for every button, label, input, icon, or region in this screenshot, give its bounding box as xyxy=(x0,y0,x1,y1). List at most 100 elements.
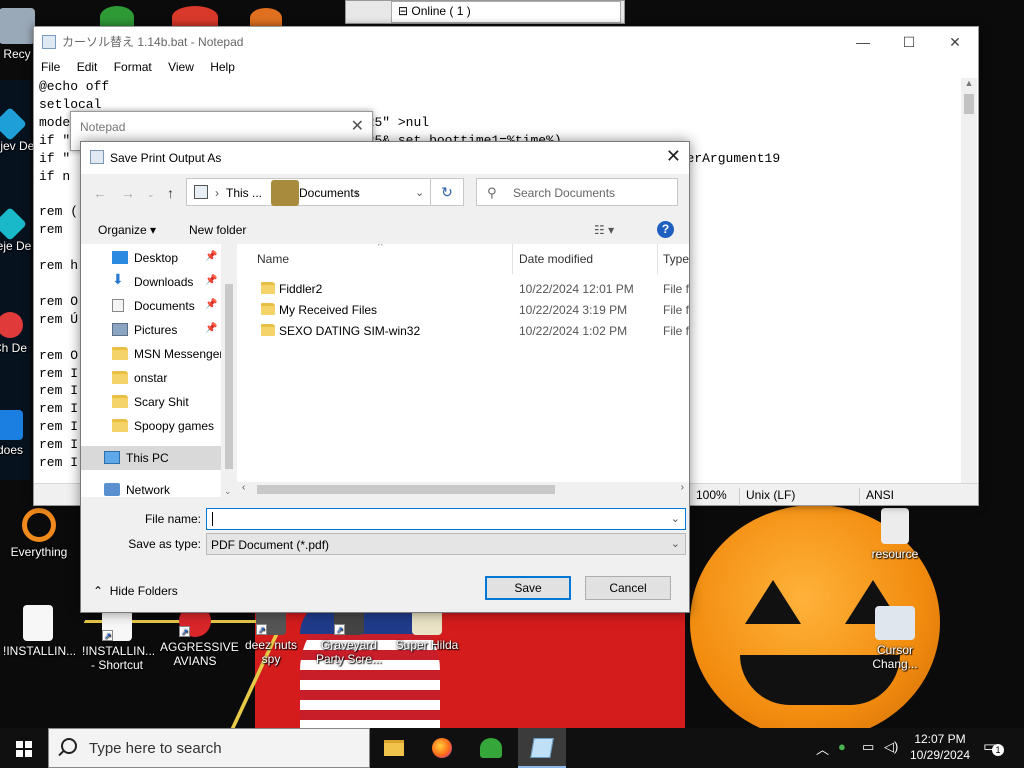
recent-dropdown-icon[interactable]: ⌄ xyxy=(147,189,155,200)
nav-item-spoopy-games[interactable]: Spoopy games xyxy=(81,414,221,438)
download-arrow-icon: ⬇ xyxy=(112,271,124,287)
desktop-icon-label: deez nuts spy xyxy=(244,638,298,666)
menu-format[interactable]: Format xyxy=(114,60,152,74)
save-type-select[interactable]: PDF Document (*.pdf) ⌄ xyxy=(206,533,686,555)
network-icon[interactable]: ▭ xyxy=(862,739,874,755)
hide-folders-toggle[interactable]: ⌃ Hide Folders xyxy=(93,584,178,598)
scroll-up-icon[interactable]: ▲ xyxy=(961,78,977,92)
nav-item-this-pc[interactable]: This PC xyxy=(81,446,221,470)
msn-icon[interactable] xyxy=(100,6,134,28)
vertical-scrollbar[interactable]: ▲ ▼ xyxy=(961,78,977,495)
navigation-pane: Desktop 📌 ⬇ Downloads 📌 Documents 📌 Pict… xyxy=(81,244,221,497)
dialog-toolbar: Organize ▾ New folder ☷ ▾ ? xyxy=(81,216,689,244)
view-options-icon[interactable]: ☷ ▾ xyxy=(594,223,614,237)
messenger-tray-icon[interactable]: ● xyxy=(838,739,846,754)
menu-file[interactable]: File xyxy=(41,60,60,74)
desktop-icon-deez-nuts-spy[interactable]: ↗ deez nuts spy xyxy=(236,605,306,666)
menu-view[interactable]: View xyxy=(168,60,194,74)
taskbar-search[interactable]: Type here to search xyxy=(48,728,370,768)
nav-item-scary-shit[interactable]: Scary Shit xyxy=(81,390,221,414)
desktop-icon-installin-shortcut[interactable]: ↗ !INSTALLIN... - Shortcut xyxy=(82,605,155,672)
close-icon[interactable]: ✕ xyxy=(351,116,364,136)
notification-count: 1 xyxy=(992,744,1004,756)
menu-help[interactable]: Help xyxy=(210,60,235,74)
taskbar-notepad[interactable] xyxy=(518,728,566,768)
system-clock[interactable]: 12:07 PM 10/29/2024 xyxy=(905,731,975,763)
volume-icon[interactable]: ◁) xyxy=(884,739,898,755)
taskbar-file-explorer[interactable] xyxy=(370,728,418,768)
breadcrumb-documents[interactable]: Documents xyxy=(299,186,360,200)
chevron-down-icon[interactable]: ⌄ xyxy=(671,537,680,550)
nav-pane-scrollbar[interactable]: ⌄ xyxy=(221,244,237,497)
show-hidden-icons-chevron[interactable]: ︿ xyxy=(816,739,829,758)
save-dialog[interactable]: Save Print Output As ✕ ← → ⌄ ↑ › This ..… xyxy=(80,141,690,613)
minimize-button[interactable]: — xyxy=(840,27,886,57)
nav-item-network[interactable]: Network xyxy=(81,478,221,497)
close-button[interactable]: ✕ xyxy=(932,27,978,57)
desktop-icon-label: Graveyard Party Scre... xyxy=(315,638,383,666)
new-folder-button[interactable]: New folder xyxy=(189,223,246,237)
dialog-titlebar[interactable]: Save Print Output As ✕ xyxy=(81,142,689,174)
forward-arrow-icon[interactable]: → xyxy=(121,185,135,201)
shortcut-arrow-icon: ↗ xyxy=(334,624,345,635)
scroll-thumb[interactable] xyxy=(225,284,233,469)
refresh-button[interactable]: ↻ xyxy=(430,178,464,206)
file-name: SEXO DATING SIM-win32 xyxy=(279,324,421,338)
notepad-titlebar[interactable]: カーソル替え 1.14b.bat - Notepad — ☐ ✕ xyxy=(34,27,978,57)
file-list-horizontal-scrollbar[interactable]: ‹ › xyxy=(237,482,689,497)
file-row[interactable]: SEXO DATING SIM-win32 10/22/2024 1:02 PM… xyxy=(237,320,689,341)
clock-time: 12:07 PM xyxy=(914,732,966,746)
file-row[interactable]: My Received Files 10/22/2024 3:19 PM Fil… xyxy=(237,299,689,320)
column-header-type[interactable]: Type xyxy=(663,244,689,274)
file-row[interactable]: Fiddler2 10/22/2024 12:01 PM File fo xyxy=(237,278,689,299)
desktop-icon-everything[interactable]: Everything xyxy=(4,508,74,559)
back-arrow-icon[interactable]: ← xyxy=(93,185,107,201)
file-type: File fo xyxy=(663,324,689,338)
taskbar-messenger[interactable] xyxy=(466,728,514,768)
messenger-window[interactable]: ⊟ Online ( 1 ) xyxy=(345,0,625,24)
nav-item-documents[interactable]: Documents 📌 xyxy=(81,294,221,318)
column-header-name[interactable]: Name ^ xyxy=(257,244,511,274)
scroll-thumb[interactable] xyxy=(257,485,555,494)
up-arrow-icon[interactable]: ↑ xyxy=(167,185,174,201)
desktop-icon-aggressive-avians[interactable]: ↗ AGGRESSIVE AVIANS xyxy=(160,605,239,668)
taskbar-search-placeholder: Type here to search xyxy=(89,740,222,757)
chevron-down-icon[interactable]: ⌄ xyxy=(671,512,680,525)
save-button[interactable]: Save xyxy=(485,576,571,600)
nav-item-desktop[interactable]: Desktop 📌 xyxy=(81,246,221,270)
search-box[interactable]: ⚲ Search Documents xyxy=(476,178,678,206)
maximize-button[interactable]: ☐ xyxy=(886,27,932,57)
cancel-button[interactable]: Cancel xyxy=(585,576,671,600)
close-icon[interactable]: ✕ xyxy=(666,146,681,167)
online-group-label: Online ( 1 ) xyxy=(411,4,471,18)
address-dropdown-icon[interactable]: ⌄ xyxy=(415,186,424,199)
nav-item-pictures[interactable]: Pictures 📌 xyxy=(81,318,221,342)
scroll-down-icon[interactable]: ⌄ xyxy=(224,486,232,497)
organize-button[interactable]: Organize ▾ xyxy=(98,223,156,237)
menu-edit[interactable]: Edit xyxy=(77,60,98,74)
notification-center-icon[interactable]: ▭ 1 xyxy=(983,737,1005,757)
breadcrumb-this-pc[interactable]: This ... xyxy=(226,186,262,200)
scroll-right-icon[interactable]: › xyxy=(681,482,684,493)
address-bar[interactable]: › This ... Documents › ⌄ xyxy=(186,178,464,206)
chrome-icon[interactable] xyxy=(172,6,218,28)
nav-item-onstar[interactable]: onstar xyxy=(81,366,221,390)
nav-item-downloads[interactable]: ⬇ Downloads 📌 xyxy=(81,270,221,294)
file-name: Fiddler2 xyxy=(279,282,323,296)
taskbar-firefox[interactable] xyxy=(418,728,466,768)
column-header-date[interactable]: Date modified xyxy=(519,244,657,274)
desktop-icon-resource[interactable]: resource xyxy=(860,508,930,561)
start-button[interactable] xyxy=(0,728,48,768)
desktop-icon-cursor-changer[interactable]: Cursor Chang... xyxy=(860,606,930,671)
nav-item-msn-messenger[interactable]: MSN Messenger xyxy=(81,342,221,366)
desktop-icon-graveyard-party[interactable]: ↗ Graveyard Party Scre... xyxy=(314,605,384,666)
online-group[interactable]: ⊟ Online ( 1 ) xyxy=(391,1,621,23)
app-icon[interactable] xyxy=(250,8,282,28)
file-name-input[interactable]: ⌄ xyxy=(206,508,686,530)
everything-icon xyxy=(22,508,56,542)
pictures-icon xyxy=(112,323,128,336)
scroll-left-icon[interactable]: ‹ xyxy=(242,482,245,493)
help-icon[interactable]: ? xyxy=(657,221,674,238)
scroll-thumb[interactable] xyxy=(964,94,974,114)
desktop-icon-installin[interactable]: !INSTALLIN... xyxy=(3,605,76,658)
